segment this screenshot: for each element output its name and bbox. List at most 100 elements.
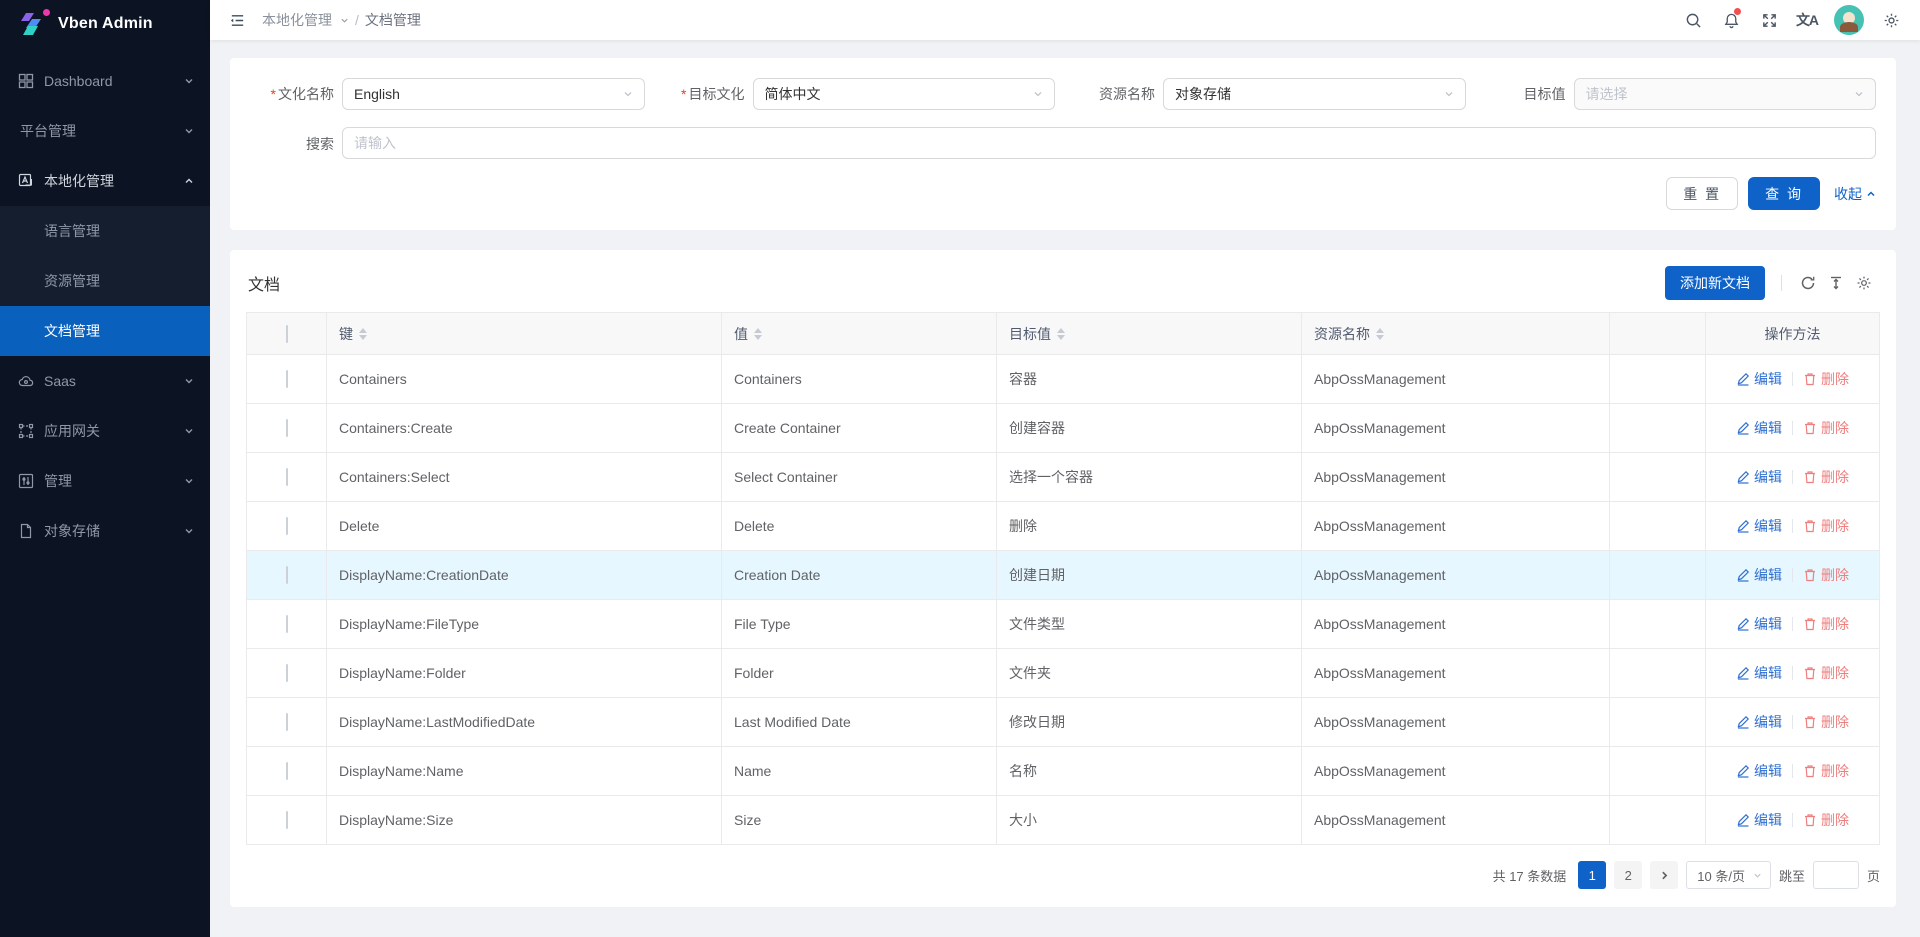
delete-label: 删除 [1821,418,1849,438]
edit-button[interactable]: 编辑 [1736,761,1782,781]
field-resource-name: 资源名称 对象存储 [1071,78,1466,110]
query-button[interactable]: 查 询 [1748,177,1820,210]
chevron-down-icon [1753,871,1762,880]
sidebar-menu: Dashboard 平台管理 本地化管理 语言管理 资源管理 文档管理 [0,48,210,937]
cell-resource: AbpOssManagement [1302,355,1610,404]
sidebar-item-object-storage[interactable]: 对象存储 [0,506,210,556]
search-icon[interactable] [1676,3,1710,37]
action-divider [1792,421,1793,435]
row-checkbox[interactable] [286,713,288,731]
sidebar-item-language-management[interactable]: 语言管理 [0,206,210,256]
avatar[interactable] [1834,5,1864,35]
app-title: Vben Admin [58,15,153,33]
cell-target: 创建日期 [997,551,1302,600]
fullscreen-icon[interactable] [1752,3,1786,37]
next-page-button[interactable] [1650,861,1678,889]
delete-button[interactable]: 删除 [1803,761,1849,781]
row-checkbox[interactable] [286,468,288,486]
chevron-down-icon [1854,89,1864,99]
column-settings-gear-icon[interactable] [1850,269,1878,297]
select-all-checkbox[interactable] [286,325,288,343]
cell-empty [1610,502,1706,551]
culture-name-select[interactable]: English [342,78,645,110]
row-checkbox[interactable] [286,664,288,682]
edit-button[interactable]: 编辑 [1736,467,1782,487]
delete-button[interactable]: 删除 [1803,467,1849,487]
sort-icon[interactable] [359,328,367,340]
sidebar-item-label: 语言管理 [44,221,194,241]
delete-label: 删除 [1821,516,1849,536]
delete-button[interactable]: 删除 [1803,565,1849,585]
delete-button[interactable]: 删除 [1803,516,1849,536]
delete-button[interactable]: 删除 [1803,663,1849,683]
reset-button[interactable]: 重 置 [1666,177,1738,210]
search-input[interactable] [354,135,1864,151]
sidebar-item-management[interactable]: 管理 [0,456,210,506]
column-header-value[interactable]: 值 [734,324,748,344]
sort-icon[interactable] [1057,328,1065,340]
row-checkbox[interactable] [286,370,288,388]
page-button-2[interactable]: 2 [1614,861,1642,889]
edit-button[interactable]: 编辑 [1736,516,1782,536]
add-document-button[interactable]: 添加新文档 [1665,266,1765,300]
sidebar-item-platform[interactable]: 平台管理 [0,106,210,156]
edit-button[interactable]: 编辑 [1736,614,1782,634]
edit-button[interactable]: 编辑 [1736,369,1782,389]
row-checkbox[interactable] [286,419,288,437]
row-checkbox[interactable] [286,762,288,780]
sidebar-fold-icon[interactable] [222,5,252,35]
column-header-resource[interactable]: 资源名称 [1314,324,1370,344]
sidebar-item-localization[interactable]: 本地化管理 [0,156,210,206]
logo[interactable]: Vben Admin [0,0,210,48]
edit-button[interactable]: 编辑 [1736,565,1782,585]
page-button-1[interactable]: 1 [1578,861,1606,889]
delete-button[interactable]: 删除 [1803,712,1849,732]
cell-resource: AbpOssManagement [1302,796,1610,845]
sidebar-item-dashboard[interactable]: Dashboard [0,56,210,106]
sidebar-item-gateway[interactable]: 应用网关 [0,406,210,456]
table-row: DisplayName:Name Name 名称 AbpOssManagemen… [247,747,1880,796]
collapse-link[interactable]: 收起 [1834,184,1876,204]
page-size-select[interactable]: 10 条/页 [1686,861,1771,889]
delete-button[interactable]: 删除 [1803,369,1849,389]
row-checkbox[interactable] [286,517,288,535]
breadcrumb-separator: / [355,12,359,28]
resource-name-select[interactable]: 对象存储 [1163,78,1466,110]
edit-button[interactable]: 编辑 [1736,712,1782,732]
jump-page-input[interactable] [1813,861,1859,889]
delete-button[interactable]: 删除 [1803,614,1849,634]
search-label: 搜索 [250,134,334,159]
edit-button[interactable]: 编辑 [1736,418,1782,438]
sort-icon[interactable] [754,328,762,340]
column-header-target[interactable]: 目标值 [1009,324,1051,344]
target-culture-select[interactable]: 简体中文 [753,78,1056,110]
top-header: 本地化管理 / 文档管理 文A [210,0,1920,40]
edit-pencil-icon [1736,813,1750,827]
cell-value: Size [722,796,997,845]
translate-icon[interactable]: 文A [1790,3,1824,37]
gear-icon[interactable] [1874,3,1908,37]
delete-button[interactable]: 删除 [1803,810,1849,830]
row-checkbox[interactable] [286,615,288,633]
edit-button[interactable]: 编辑 [1736,810,1782,830]
main-area: 本地化管理 / 文档管理 文A [210,0,1920,937]
refresh-icon[interactable] [1794,269,1822,297]
sidebar-item-saas[interactable]: Saas [0,356,210,406]
target-value-select[interactable]: 请选择 [1574,78,1877,110]
settings-sliders-icon [18,473,34,489]
edit-button[interactable]: 编辑 [1736,663,1782,683]
breadcrumb-parent[interactable]: 本地化管理 [262,10,332,30]
sidebar-item-document-management[interactable]: 文档管理 [0,306,210,356]
trash-icon [1803,666,1817,680]
column-header-key[interactable]: 键 [339,324,353,344]
chevron-down-icon [1444,89,1454,99]
bell-icon[interactable] [1714,3,1748,37]
trash-icon [1803,568,1817,582]
pagination: 共 17 条数据 1 2 10 条/页 跳至 页 [246,861,1880,889]
row-checkbox[interactable] [286,566,288,584]
sort-icon[interactable] [1376,328,1384,340]
row-height-icon[interactable] [1822,269,1850,297]
delete-button[interactable]: 删除 [1803,418,1849,438]
sidebar-item-resource-management[interactable]: 资源管理 [0,256,210,306]
row-checkbox[interactable] [286,811,288,829]
